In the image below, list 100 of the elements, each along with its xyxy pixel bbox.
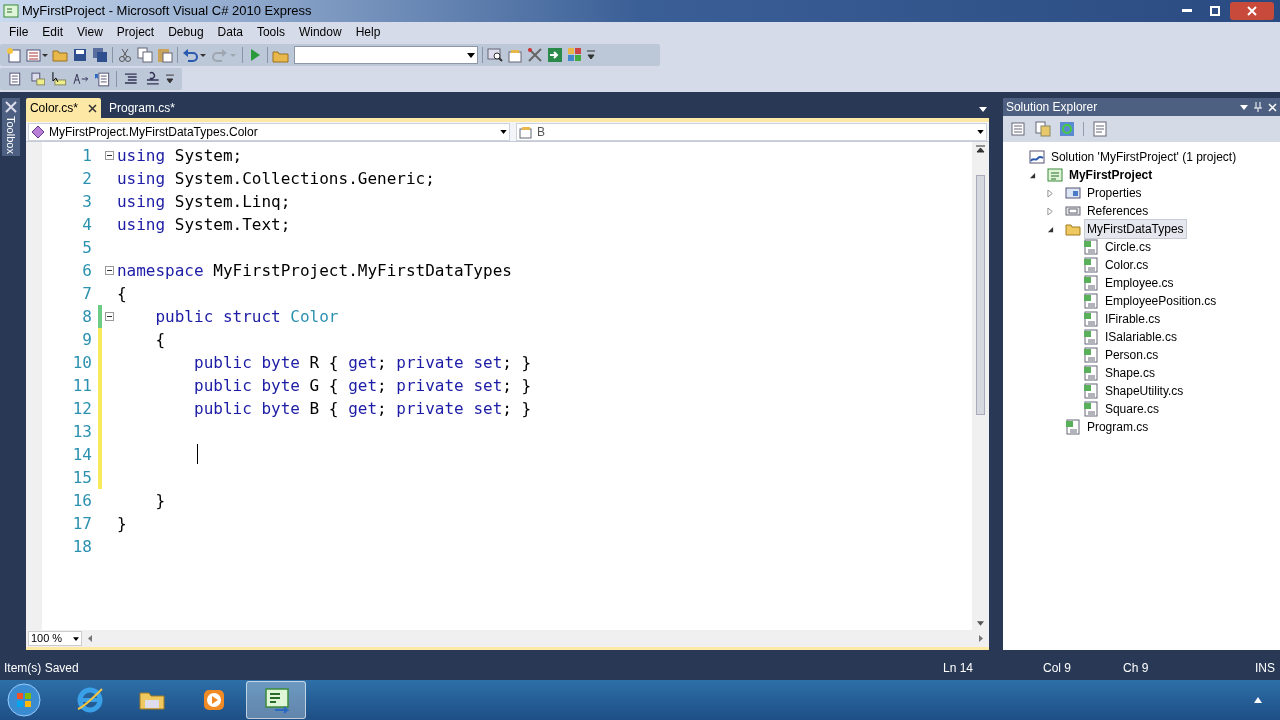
tree-item[interactable]: Circle.cs	[1101, 237, 1154, 257]
tree-item[interactable]: ISalariable.cs	[1101, 327, 1180, 347]
menu-item[interactable]: Debug	[161, 23, 211, 41]
ie-icon	[75, 685, 105, 715]
code-file-icon	[1082, 383, 1099, 399]
maximize-icon	[1210, 6, 1220, 16]
paste-icon[interactable]	[157, 47, 173, 63]
line-number: 12	[71, 398, 92, 420]
collapse-icon[interactable]	[104, 312, 114, 321]
scissors-icon[interactable]	[117, 47, 133, 63]
add-item-icon[interactable]	[26, 47, 48, 63]
new-project-icon[interactable]	[6, 47, 22, 63]
export-icon[interactable]	[547, 47, 563, 63]
toolbox-tab[interactable]: Toolbox	[1, 98, 20, 156]
code-line: public struct Color	[154, 306, 339, 328]
copy-icon[interactable]	[137, 47, 153, 63]
menu-item[interactable]: View	[70, 23, 110, 41]
collapsed-arrow-icon[interactable]	[1046, 207, 1054, 215]
pin-icon[interactable]	[1254, 102, 1262, 112]
properties-icon	[1064, 185, 1081, 201]
save-icon[interactable]	[72, 47, 88, 63]
bookmark-icon[interactable]	[94, 71, 111, 87]
collapsed-arrow-icon[interactable]	[1046, 189, 1054, 197]
dropdown-arrow-icon[interactable]	[978, 107, 987, 112]
member-dropdown[interactable]: B	[515, 122, 987, 141]
scroll-right-icon[interactable]	[978, 635, 983, 642]
struct-icon	[30, 124, 45, 139]
complete-word-icon[interactable]	[72, 71, 89, 87]
document-tab[interactable]: Program.cs*	[102, 98, 181, 118]
close-button[interactable]	[1230, 2, 1274, 20]
expanded-arrow-icon[interactable]	[1046, 225, 1054, 233]
menu-item[interactable]: Project	[109, 23, 162, 41]
tree-item[interactable]: Solution 'MyFirstProject' (1 project)	[1047, 147, 1240, 167]
start-button[interactable]	[4, 680, 44, 720]
code-line: using System.Text;	[116, 214, 291, 236]
overflow-icon[interactable]	[587, 50, 595, 60]
undo-icon[interactable]	[182, 47, 208, 63]
search-combo-box[interactable]	[294, 46, 478, 64]
scrollbar-thumb[interactable]	[975, 175, 985, 415]
document-tab[interactable]: Color.cs*	[25, 98, 101, 118]
status-message: Item(s) Saved	[4, 660, 79, 677]
menu-item[interactable]: Window	[291, 23, 349, 41]
refresh-icon[interactable]	[1058, 121, 1075, 137]
overflow-icon[interactable]	[166, 74, 175, 84]
tree-item[interactable]: MyFirstDataTypes	[1083, 219, 1187, 239]
line-number: 11	[71, 375, 92, 397]
tree-item[interactable]: Square.cs	[1101, 399, 1162, 419]
app-icon	[3, 3, 19, 19]
line-number: 18	[71, 536, 92, 558]
code-line: public byte G { get; private set; }	[193, 375, 532, 397]
tree-item[interactable]: MyFirstProject	[1065, 165, 1156, 185]
line-number: 5	[81, 237, 92, 259]
tree-item[interactable]: Employee.cs	[1101, 273, 1177, 293]
parameter-info-icon[interactable]	[29, 71, 46, 87]
tree-item[interactable]: ShapeUtility.cs	[1101, 381, 1187, 401]
collapse-icon[interactable]	[104, 266, 114, 275]
tree-item[interactable]: IFirable.cs	[1101, 309, 1164, 329]
copy-document-icon[interactable]	[1034, 121, 1051, 137]
menu-item[interactable]: Tools	[249, 23, 292, 41]
find-icon[interactable]	[487, 47, 503, 63]
line-indicator: Ln 14	[943, 660, 974, 677]
menu-item[interactable]: Help	[348, 23, 388, 41]
zoom-dropdown[interactable]: 100 %	[27, 631, 82, 646]
tree-item[interactable]: EmployeePosition.cs	[1101, 291, 1220, 311]
menu-item[interactable]: File	[2, 23, 36, 41]
menu-item[interactable]: Data	[210, 23, 250, 41]
line-number: 15	[71, 467, 92, 489]
show-hidden-icons-icon[interactable]	[1254, 697, 1262, 703]
tree-item[interactable]: Shape.cs	[1101, 363, 1158, 383]
indent-icon[interactable]	[123, 71, 139, 87]
menu-item[interactable]: Edit	[35, 23, 71, 41]
quick-info-icon[interactable]	[51, 71, 67, 87]
line-number: 13	[71, 421, 92, 443]
code-line: public byte R { get; private set; }	[193, 352, 532, 374]
scroll-left-icon[interactable]	[87, 635, 92, 642]
tree-item[interactable]: References	[1083, 201, 1152, 221]
dropdown-arrow-icon[interactable]	[1240, 104, 1248, 110]
windows-logo-icon	[7, 683, 41, 717]
tree-item[interactable]: Person.cs	[1101, 345, 1162, 365]
save-all-icon[interactable]	[92, 47, 108, 63]
close-icon	[1247, 6, 1257, 16]
scroll-down-icon[interactable]	[976, 621, 984, 626]
tree-item[interactable]: Program.cs	[1083, 417, 1152, 437]
line-number: 6	[81, 260, 92, 282]
type-dropdown[interactable]: MyFirstProject.MyFirstDataTypes.Color	[27, 122, 510, 141]
toolbox-label: Toolbox	[4, 116, 19, 154]
close-icon[interactable]	[87, 103, 97, 113]
show-all-files-icon[interactable]	[1010, 121, 1027, 137]
tree-item[interactable]: Color.cs	[1101, 255, 1152, 275]
collapse-icon[interactable]	[104, 151, 114, 160]
scroll-up-icon[interactable]	[975, 144, 985, 153]
view-code-icon[interactable]	[1091, 121, 1108, 137]
expanded-arrow-icon[interactable]	[1028, 171, 1036, 179]
taskbar-button[interactable]	[246, 681, 306, 719]
property-icon	[518, 124, 533, 139]
code-file-icon	[1082, 401, 1099, 417]
comment-icon[interactable]	[144, 71, 161, 87]
code-file-icon	[1082, 257, 1099, 273]
vertical-scrollbar[interactable]	[971, 142, 989, 630]
tree-item[interactable]: Properties	[1083, 183, 1145, 203]
